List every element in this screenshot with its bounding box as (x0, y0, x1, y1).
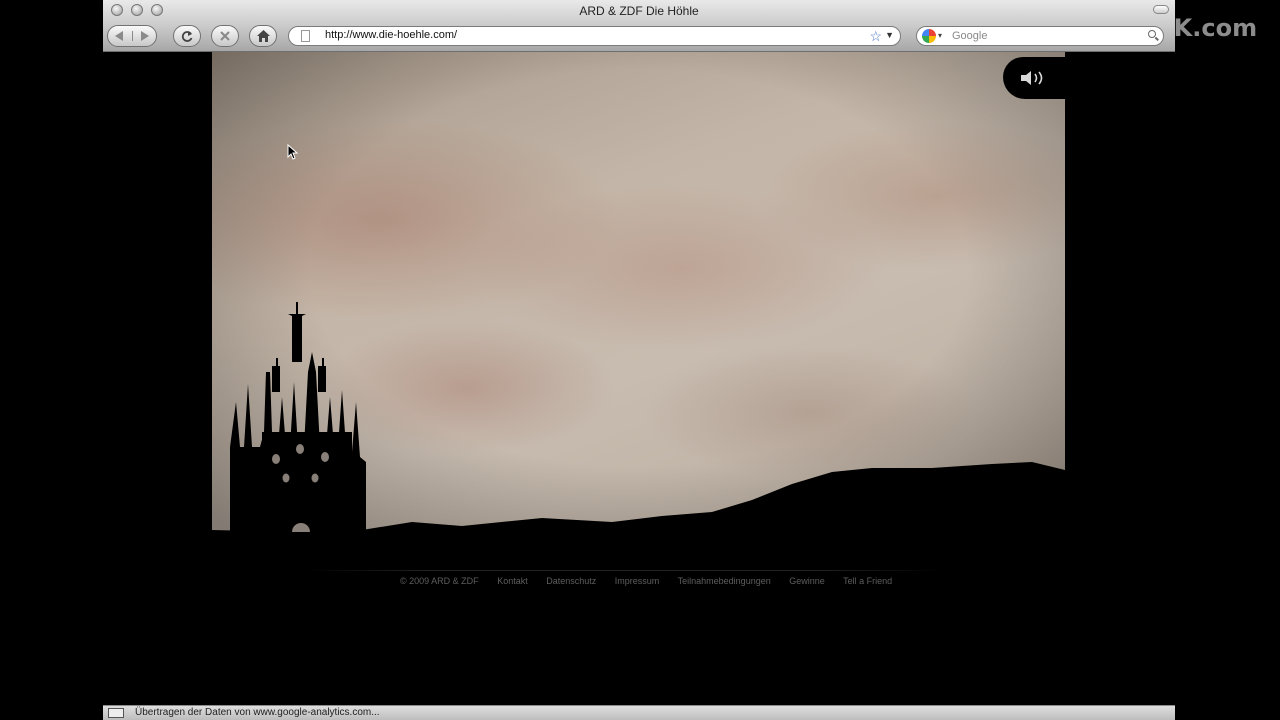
search-field[interactable]: ▾ Google (916, 26, 1164, 46)
footer-copyright: © 2009 ARD & ZDF (400, 576, 479, 586)
reload-button[interactable] (173, 25, 201, 47)
forward-arrow-icon[interactable] (133, 31, 157, 41)
speaker-icon (1021, 71, 1043, 85)
home-icon (256, 30, 270, 42)
browser-window: ARD & ZDF Die Höhle http://www.die-hoehl… (103, 0, 1175, 720)
title-bar: ARD & ZDF Die Höhle (103, 0, 1175, 22)
sound-toggle-button[interactable] (1003, 57, 1065, 99)
search-icon[interactable] (1148, 30, 1156, 38)
window-title: ARD & ZDF Die Höhle (579, 4, 699, 18)
home-button[interactable] (249, 25, 277, 47)
back-forward-group (107, 25, 157, 47)
stop-button[interactable] (211, 25, 239, 47)
footer: © 2009 ARD & ZDF Kontakt Datenschutz Imp… (400, 576, 892, 586)
chevron-down-icon[interactable]: ▼ (885, 30, 894, 40)
page-viewport: © 2009 ARD & ZDF Kontakt Datenschutz Imp… (103, 52, 1175, 706)
footer-link-impressum[interactable]: Impressum (615, 576, 660, 586)
reload-icon (181, 31, 193, 42)
footer-link-kontakt[interactable]: Kontakt (497, 576, 528, 586)
search-engine-chevron-icon[interactable]: ▾ (938, 31, 942, 40)
footer-link-gewinne[interactable]: Gewinne (789, 576, 825, 586)
status-bar: Übertragen der Daten von www.google-anal… (103, 705, 1175, 720)
address-bar[interactable]: http://www.die-hoehle.com/ ☆ ▼ (288, 26, 901, 46)
stop-icon (220, 31, 230, 41)
browser-toolbar: http://www.die-hoehle.com/ ☆ ▼ ▾ Google (103, 22, 1175, 52)
page-icon (301, 30, 310, 42)
search-input[interactable]: Google (952, 30, 987, 42)
footer-link-datenschutz[interactable]: Datenschutz (546, 576, 596, 586)
footer-link-teilnahmebedingungen[interactable]: Teilnahmebedingungen (678, 576, 771, 586)
silhouette-landscape (212, 302, 1065, 532)
footer-divider (303, 570, 943, 571)
google-logo-icon[interactable] (922, 29, 936, 43)
status-text: Übertragen der Daten von www.google-anal… (135, 707, 380, 718)
toolbar-toggle-button[interactable] (1153, 5, 1169, 14)
bookmark-star-icon[interactable]: ☆ (869, 28, 882, 45)
back-arrow-icon[interactable] (108, 31, 133, 41)
activity-icon[interactable] (108, 708, 124, 718)
mouse-cursor-icon (287, 144, 299, 160)
cave-wall-scene[interactable] (212, 52, 1065, 532)
url-text[interactable]: http://www.die-hoehle.com/ (325, 29, 457, 41)
footer-link-tell-a-friend[interactable]: Tell a Friend (843, 576, 892, 586)
